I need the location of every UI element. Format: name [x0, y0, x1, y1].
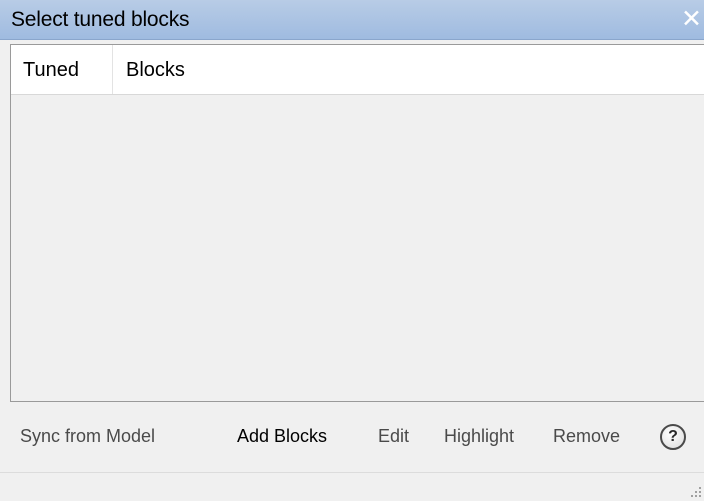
highlight-button[interactable]: Highlight [444, 426, 514, 447]
column-divider[interactable] [112, 45, 113, 94]
window-title: Select tuned blocks [11, 8, 190, 31]
column-header-tuned[interactable]: Tuned [23, 59, 79, 82]
sync-from-model-button[interactable]: Sync from Model [20, 426, 155, 447]
remove-button[interactable]: Remove [553, 426, 620, 447]
resize-grip-icon[interactable] [688, 484, 702, 498]
close-icon[interactable]: ✕ [681, 5, 702, 33]
blocks-table[interactable]: Tuned Blocks [10, 44, 704, 402]
status-bar [0, 472, 704, 501]
help-icon[interactable]: ? [660, 424, 686, 450]
title-bar[interactable]: Select tuned blocks ✕ [0, 0, 704, 40]
select-tuned-blocks-dialog: Select tuned blocks ✕ Tuned Blocks Sync … [0, 0, 704, 501]
add-blocks-button[interactable]: Add Blocks [237, 426, 327, 447]
toolbar: Sync from Model Add Blocks Edit Highligh… [0, 402, 704, 472]
table-header: Tuned Blocks [11, 45, 704, 95]
column-header-blocks[interactable]: Blocks [126, 59, 185, 82]
edit-button[interactable]: Edit [378, 426, 409, 447]
